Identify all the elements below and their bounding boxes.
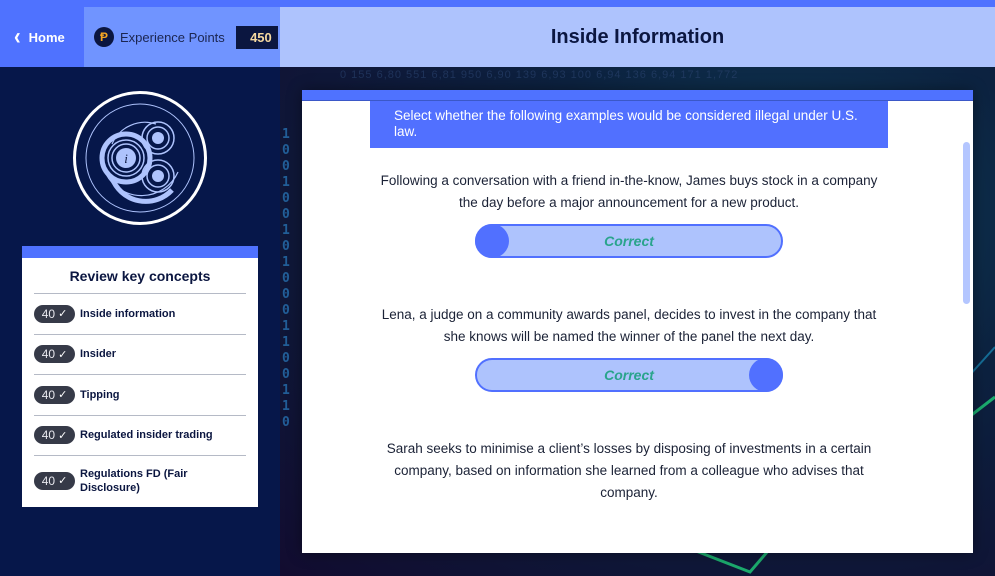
answer-toggle[interactable]: Correct (475, 358, 783, 392)
points-badge: 40 ✓ (34, 385, 75, 404)
review-key-concepts-panel: Review key concepts 40 ✓ Inside informati… (22, 246, 258, 507)
page-title: Inside Information (550, 25, 725, 48)
xp-value: 450 (235, 25, 278, 49)
concept-item[interactable]: 40 ✓ Regulations FD (Fair Disclosure) (34, 455, 246, 505)
question-text: Lena, a judge on a community awards pane… (381, 307, 877, 344)
home-label: Home (28, 29, 65, 45)
badge-points: 40 (41, 473, 56, 488)
home-button[interactable]: ‹ Home (0, 7, 84, 67)
badge-points: 40 (41, 347, 56, 362)
badge-points: 40 (41, 306, 56, 321)
concept-label: Tipping (80, 388, 120, 401)
check-icon: ✓ (58, 475, 68, 487)
check-icon: ✓ (58, 308, 68, 321)
sidebar: i Review key concepts 40 ✓ Inside informa… (0, 67, 280, 576)
scrollbar[interactable] (963, 142, 970, 304)
inside-information-ripple-icon: i (73, 91, 207, 225)
concept-item[interactable]: 40 ✓ Regulated insider trading (34, 414, 246, 456)
points-badge: 40 ✓ (34, 471, 75, 490)
concept-item[interactable]: 40 ✓ Inside information (34, 293, 246, 334)
quiz-instruction: Select whether the following examples wo… (370, 101, 888, 148)
title-bar: Inside Information (280, 7, 995, 67)
answer-result: Correct (604, 367, 654, 383)
badge-points: 40 (41, 428, 56, 443)
panel-stripe (22, 246, 258, 258)
concept-label: Insider (80, 348, 117, 361)
concept-label: Inside information (80, 307, 176, 320)
quiz-content: Select whether the following examples wo… (370, 101, 888, 553)
concept-label: Regulations FD (Fair Disclosure) (80, 467, 188, 494)
check-icon: ✓ (58, 389, 68, 402)
chevron-left-icon: ‹ (14, 23, 21, 50)
badge-points: 40 (41, 387, 56, 402)
question-text: Following a conversation with a friend i… (380, 173, 878, 210)
toggle-knob[interactable] (475, 224, 509, 258)
toggle-knob[interactable] (749, 358, 783, 392)
check-icon: ✓ (58, 348, 68, 361)
quiz-card: Select whether the following examples wo… (302, 90, 973, 553)
points-badge: 40 ✓ (34, 345, 75, 364)
question-text: Sarah seeks to minimise a client’s losse… (386, 441, 872, 500)
experience-points: Ᵽ Experience Points 450 (84, 7, 280, 67)
answer-result: Correct (604, 233, 654, 249)
answer-toggle[interactable]: Correct (475, 224, 783, 258)
check-icon: ✓ (58, 429, 68, 442)
svg-text:i: i (124, 151, 128, 166)
points-badge: 40 ✓ (34, 426, 75, 445)
concept-item[interactable]: 40 ✓ Insider (34, 333, 246, 375)
review-title: Review key concepts (69, 268, 211, 284)
concept-item[interactable]: 40 ✓ Tipping (34, 374, 246, 415)
concept-label: Regulated insider trading (80, 429, 213, 442)
points-coin-icon: Ᵽ (94, 27, 114, 47)
xp-label: Experience Points (120, 29, 225, 45)
card-stripe (302, 90, 973, 101)
points-badge: 40 ✓ (34, 304, 75, 323)
